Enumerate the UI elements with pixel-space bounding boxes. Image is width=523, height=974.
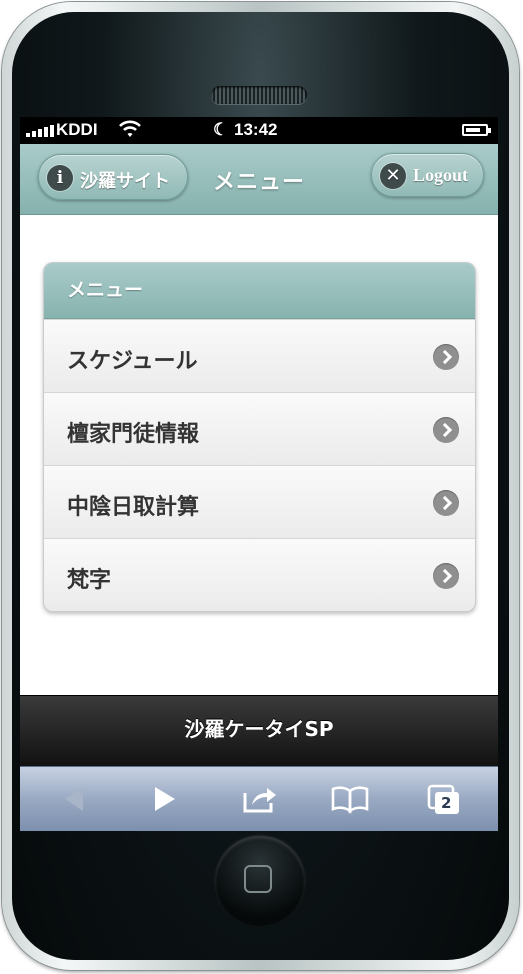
app-header: i 沙羅サイト メニュー ✕ Logout bbox=[20, 144, 498, 215]
chevron-right-icon bbox=[433, 490, 459, 516]
logout-button-label: Logout bbox=[413, 165, 469, 185]
menu-item-bonji[interactable]: 梵字 bbox=[44, 538, 475, 611]
menu-item-chuin[interactable]: 中陰日取計算 bbox=[44, 465, 475, 538]
site-button-label: 沙羅サイト bbox=[80, 171, 170, 192]
forward-arrow-icon[interactable] bbox=[142, 781, 186, 817]
earpiece-speaker bbox=[211, 86, 307, 104]
app-footer: 沙羅ケータイSP bbox=[20, 695, 498, 767]
main-content: メニュー スケジュール 檀家門徒情報 中陰日取計算 梵字 bbox=[20, 215, 498, 695]
tabs-icon[interactable]: 2 bbox=[422, 781, 466, 817]
chevron-right-icon bbox=[433, 344, 459, 370]
screen: KDDI ☾ 13:42 i 沙羅サイト メニュー ✕ Logout メニュー … bbox=[20, 117, 498, 831]
home-square-icon bbox=[244, 865, 272, 893]
carrier-label: KDDI bbox=[56, 120, 98, 139]
menu-item-danka[interactable]: 檀家門徒情報 bbox=[44, 392, 475, 465]
back-arrow-icon[interactable] bbox=[55, 781, 99, 817]
info-icon: i bbox=[47, 165, 73, 191]
menu-item-label: スケジュール bbox=[67, 349, 198, 374]
wifi-icon bbox=[118, 120, 142, 138]
chevron-right-icon bbox=[433, 563, 459, 589]
menu-item-label: 梵字 bbox=[67, 568, 112, 593]
menu-list: メニュー スケジュール 檀家門徒情報 中陰日取計算 梵字 bbox=[43, 262, 476, 612]
site-button[interactable]: i 沙羅サイト bbox=[38, 154, 188, 200]
page-title: メニュー bbox=[213, 170, 306, 195]
browser-toolbar: 2 bbox=[20, 766, 498, 831]
menu-item-label: 檀家門徒情報 bbox=[67, 422, 200, 447]
menu-list-heading: メニュー bbox=[44, 263, 475, 319]
home-button[interactable] bbox=[215, 836, 305, 926]
status-bar: KDDI ☾ 13:42 bbox=[20, 117, 498, 144]
footer-title: 沙羅ケータイSP bbox=[184, 717, 334, 741]
share-icon[interactable] bbox=[238, 781, 282, 817]
menu-item-schedule[interactable]: スケジュール bbox=[44, 319, 475, 392]
moon-icon: ☾ bbox=[213, 120, 229, 139]
battery-icon bbox=[462, 124, 491, 136]
signal-icon bbox=[26, 125, 54, 137]
menu-item-label: 中陰日取計算 bbox=[67, 495, 200, 520]
tabs-count: 2 bbox=[441, 794, 452, 812]
close-icon: ✕ bbox=[380, 163, 406, 189]
logout-button[interactable]: ✕ Logout bbox=[371, 153, 484, 197]
bookmarks-icon[interactable] bbox=[328, 781, 372, 817]
clock-label: 13:42 bbox=[234, 120, 278, 139]
chevron-right-icon bbox=[433, 417, 459, 443]
